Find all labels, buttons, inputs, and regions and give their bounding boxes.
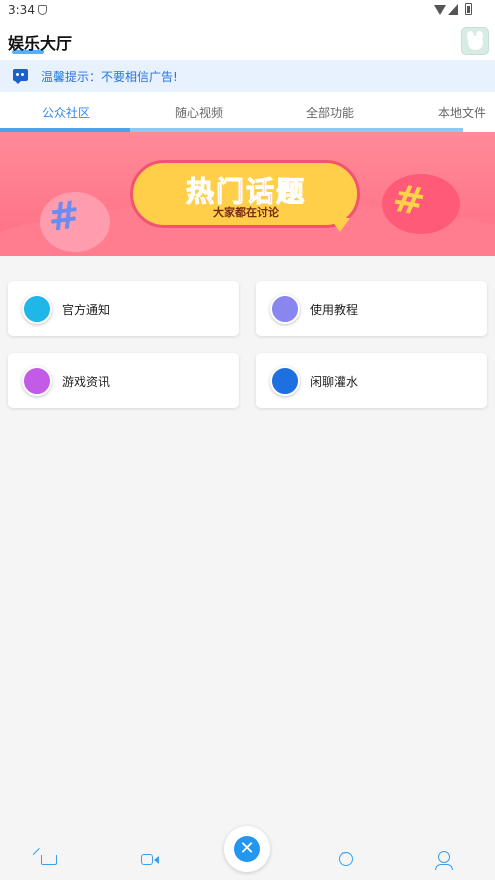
- pyramid-icon: [270, 366, 300, 396]
- app-bar: 娱乐大厅: [0, 22, 495, 60]
- signal-icon: [448, 4, 458, 15]
- crown-icon: [22, 366, 52, 396]
- page-title: 娱乐大厅: [8, 34, 73, 53]
- chat-bubble-icon: [22, 294, 52, 324]
- center-action-button[interactable]: ✕: [224, 826, 270, 872]
- category-label: 游戏资讯: [62, 375, 111, 389]
- mascot-avatar-icon[interactable]: [461, 27, 489, 55]
- battery-icon: [465, 3, 472, 15]
- tab-video[interactable]: 随心视频: [175, 104, 223, 121]
- home-icon[interactable]: [41, 855, 57, 865]
- tab-public-community[interactable]: 公众社区: [42, 104, 90, 121]
- speech-bubble-tail: [330, 218, 350, 232]
- video-icon[interactable]: [141, 854, 159, 865]
- chat-icon[interactable]: [339, 849, 353, 866]
- category-label: 使用教程: [310, 303, 359, 317]
- status-bar: 3:34: [0, 0, 495, 22]
- wifi-icon: [434, 5, 446, 15]
- tab-all-features[interactable]: 全部功能: [306, 104, 354, 121]
- category-card-chat[interactable]: 闲聊灌水: [256, 353, 487, 408]
- category-card-tutorial[interactable]: 使用教程: [256, 281, 487, 336]
- hashtag-icon: #: [45, 191, 83, 241]
- tab-local-files[interactable]: 本地文件: [438, 104, 486, 121]
- document-icon: [270, 294, 300, 324]
- shield-icon: [38, 5, 47, 15]
- mascot-face: [468, 36, 483, 50]
- category-panel: 官方通知 使用教程 游戏资讯 闲聊灌水: [0, 256, 495, 830]
- user-icon[interactable]: [435, 851, 453, 870]
- notice-text: 温馨提示：不要相信广告!: [41, 70, 178, 84]
- notice-bar[interactable]: 温馨提示：不要相信广告!: [0, 60, 495, 92]
- close-icon: ✕: [234, 836, 260, 862]
- tab-bar: 公众社区 随心视频 全部功能 本地文件: [0, 92, 495, 132]
- hot-topic-banner[interactable]: # # 热门话题 大家都在讨论: [0, 132, 495, 256]
- category-label: 官方通知: [62, 303, 111, 317]
- banner-subtitle: 大家都在讨论: [213, 206, 279, 219]
- status-time: 3:34: [8, 3, 35, 17]
- message-icon: [13, 69, 28, 84]
- category-label: 闲聊灌水: [310, 375, 359, 389]
- category-card-official-notice[interactable]: 官方通知: [8, 281, 239, 336]
- category-card-game-news[interactable]: 游戏资讯: [8, 353, 239, 408]
